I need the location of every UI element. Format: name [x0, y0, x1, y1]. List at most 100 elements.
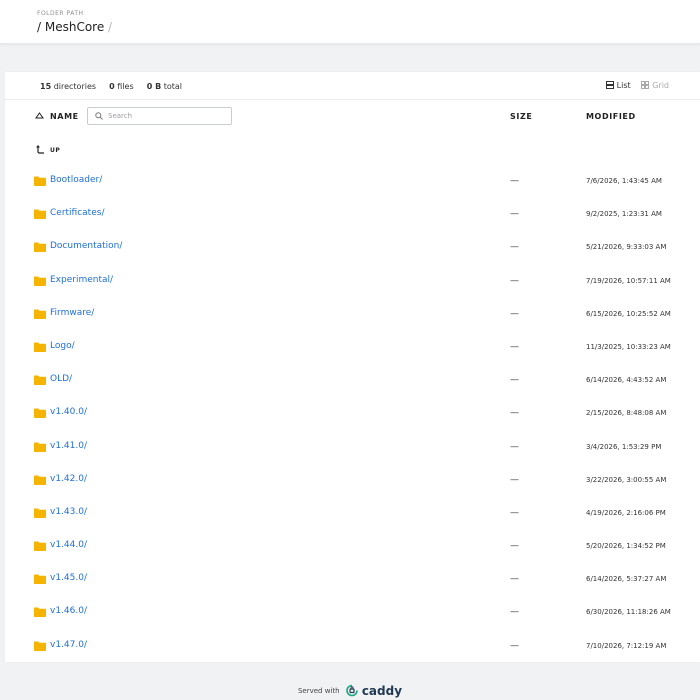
- folder-link[interactable]: v1.41.0/: [50, 441, 87, 451]
- folder-link[interactable]: v1.47.0/: [50, 640, 87, 650]
- footer: Served with caddy: [0, 684, 700, 698]
- files-label: files: [117, 82, 134, 91]
- directories-count: 15: [40, 82, 52, 91]
- directories-label: directories: [53, 82, 97, 91]
- table-row[interactable]: v1.46.0/ — 6/30/2026, 11:18:26 AM: [5, 595, 700, 628]
- folder-modified: 3/4/2026, 1:53:29 PM: [586, 442, 662, 451]
- view-toggle: List Grid: [605, 81, 669, 90]
- folder-size: —: [510, 541, 519, 552]
- folder-link[interactable]: Logo/: [50, 341, 75, 351]
- folder-icon: [34, 375, 46, 386]
- folder-icon: [34, 607, 46, 618]
- folder-link[interactable]: v1.46.0/: [50, 606, 87, 616]
- folder-size: —: [510, 441, 519, 452]
- arrow-up-icon: [36, 145, 44, 154]
- folder-link[interactable]: OLD/: [50, 374, 72, 384]
- table-row[interactable]: v1.44.0/ — 5/20/2026, 1:34:52 PM: [5, 529, 700, 562]
- grid-view-label: Grid: [652, 81, 669, 90]
- folder-link[interactable]: Firmware/: [50, 308, 94, 318]
- folder-path-label: FOLDER PATH: [37, 10, 84, 17]
- breadcrumb-separator: /: [104, 20, 113, 34]
- folder-icon: [34, 176, 46, 186]
- folder-size: —: [510, 275, 519, 286]
- folder-icon: [34, 442, 46, 452]
- folder-modified: 5/21/2026, 9:33:03 AM: [586, 243, 667, 252]
- up-directory-link[interactable]: UP: [5, 134, 700, 164]
- folder-modified: 6/30/2026, 11:18:26 AM: [586, 608, 671, 617]
- page-header: FOLDER PATH / MeshCore /: [0, 0, 700, 44]
- folder-modified: 9/2/2025, 1:23:31 AM: [586, 210, 662, 219]
- folder-link[interactable]: v1.42.0/: [50, 474, 87, 484]
- folder-icon: [34, 541, 46, 552]
- folder-modified: 2/15/2026, 8:48:08 AM: [586, 409, 667, 418]
- folder-size: —: [510, 341, 519, 352]
- size-column-header[interactable]: SIZE: [510, 112, 532, 121]
- summary-bar: 15 directories 0 files 0 B total List Gr…: [5, 72, 700, 100]
- breadcrumb: / MeshCore /: [37, 20, 112, 34]
- folder-icon: [34, 408, 46, 419]
- folder-link[interactable]: v1.40.0/: [50, 407, 87, 417]
- folder-modified: 6/14/2026, 4:43:52 AM: [586, 376, 667, 385]
- folder-size: —: [510, 507, 519, 518]
- folder-modified: 4/19/2026, 2:16:06 PM: [586, 508, 666, 517]
- table-row[interactable]: Logo/ — 11/3/2025, 10:33:23 AM: [5, 330, 700, 363]
- breadcrumb-root[interactable]: /: [37, 20, 45, 34]
- folder-modified: 7/10/2026, 7:12:19 AM: [586, 641, 667, 650]
- folder-link[interactable]: v1.43.0/: [50, 507, 87, 517]
- directory-list: Bootloader/ — 7/6/2026, 1:43:45 AM Certific…: [5, 164, 700, 662]
- up-label: UP: [50, 147, 61, 154]
- folder-modified: 3/22/2026, 3:00:55 AM: [586, 475, 667, 484]
- search-field[interactable]: [87, 107, 232, 125]
- folder-link[interactable]: Documentation/: [50, 241, 122, 251]
- folder-size: —: [510, 607, 519, 618]
- table-row[interactable]: Certificates/ — 9/2/2025, 1:23:31 AM: [5, 197, 700, 230]
- breadcrumb-current[interactable]: MeshCore: [45, 20, 104, 34]
- table-row[interactable]: OLD/ — 6/14/2026, 4:43:52 AM: [5, 363, 700, 396]
- folder-size: —: [510, 308, 519, 319]
- folder-icon: [34, 342, 46, 352]
- table-row[interactable]: Firmware/ — 6/15/2026, 10:25:52 AM: [5, 297, 700, 330]
- files-count: 0: [109, 82, 115, 91]
- modified-column-header[interactable]: MODIFIED: [586, 112, 636, 121]
- folder-link[interactable]: Experimental/: [50, 275, 113, 285]
- folder-link[interactable]: Bootloader/: [50, 175, 102, 185]
- grid-view-button[interactable]: Grid: [641, 81, 669, 90]
- folder-icon: [34, 574, 46, 585]
- table-row[interactable]: Bootloader/ — 7/6/2026, 1:43:45 AM: [5, 164, 700, 197]
- list-icon: [605, 81, 614, 89]
- folder-link[interactable]: v1.45.0/: [50, 573, 87, 583]
- folder-size: —: [510, 176, 519, 186]
- table-row[interactable]: Experimental/ — 7/19/2026, 10:57:11 AM: [5, 264, 700, 297]
- folder-size: —: [510, 375, 519, 386]
- folder-modified: 5/20/2026, 1:34:52 PM: [586, 542, 666, 551]
- table-row[interactable]: v1.47.0/ — 7/10/2026, 7:12:19 AM: [5, 629, 700, 662]
- grid-icon: [641, 81, 650, 89]
- caddy-logo-icon[interactable]: [345, 684, 361, 698]
- table-row[interactable]: v1.43.0/ — 4/19/2026, 2:16:06 PM: [5, 496, 700, 529]
- folder-modified: 11/3/2025, 10:33:23 AM: [586, 342, 671, 351]
- sort-triangle-icon[interactable]: [35, 112, 44, 119]
- table-row[interactable]: v1.45.0/ — 6/14/2026, 5:37:27 AM: [5, 562, 700, 595]
- table-row[interactable]: v1.41.0/ — 3/4/2026, 1:53:29 PM: [5, 430, 700, 463]
- folder-link[interactable]: v1.44.0/: [50, 540, 87, 550]
- served-with-text: Served with: [297, 687, 340, 695]
- folder-icon: [34, 242, 46, 253]
- caddy-brand[interactable]: caddy: [362, 684, 402, 698]
- search-input[interactable]: [108, 110, 226, 122]
- listing-summary: 15 directories 0 files 0 B total: [40, 82, 182, 91]
- list-view-label: List: [616, 81, 631, 90]
- name-column-header[interactable]: NAME: [50, 112, 79, 121]
- folder-icon: [34, 475, 46, 485]
- table-row[interactable]: v1.42.0/ — 3/22/2026, 3:00:55 AM: [5, 463, 700, 496]
- list-view-button[interactable]: List: [605, 81, 634, 90]
- table-row[interactable]: v1.40.0/ — 2/15/2026, 8:48:08 AM: [5, 396, 700, 429]
- table-header: NAME SIZE MODIFIED: [5, 100, 700, 132]
- table-row[interactable]: Documentation/ — 5/21/2026, 9:33:03 AM: [5, 230, 700, 263]
- folder-icon: [34, 641, 46, 651]
- folder-size: —: [510, 209, 519, 220]
- folder-size: —: [510, 408, 519, 419]
- folder-link[interactable]: Certificates/: [50, 208, 104, 218]
- folder-modified: 7/6/2026, 1:43:45 AM: [586, 177, 662, 185]
- folder-size: —: [510, 474, 519, 485]
- total-size: 0 B: [146, 82, 162, 91]
